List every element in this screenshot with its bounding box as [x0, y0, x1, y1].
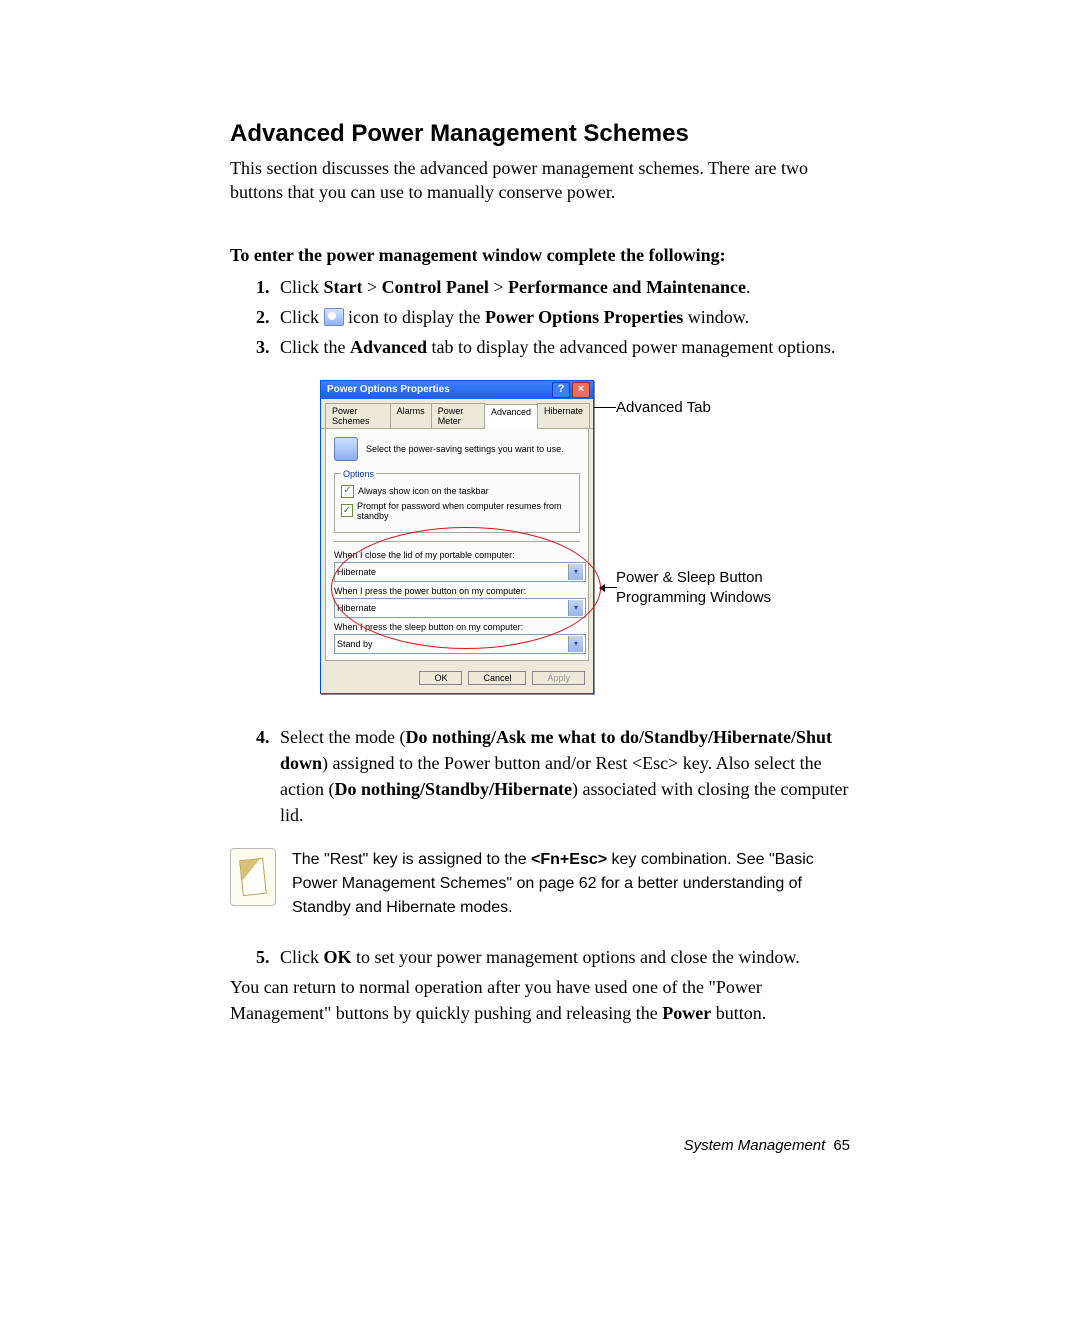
tab-hibernate[interactable]: Hibernate — [537, 403, 590, 428]
hint-text: Select the power-saving settings you wan… — [366, 444, 564, 454]
callout-programming-windows: Power & Sleep Button Programming Windows — [616, 568, 816, 609]
step-3: Click the Advanced tab to display the ad… — [274, 334, 850, 360]
cancel-button[interactable]: Cancel — [468, 671, 526, 685]
note: The "Rest" key is assigned to the <Fn+Es… — [230, 848, 850, 920]
chevron-down-icon: ▾ — [568, 564, 583, 580]
tab-alarms[interactable]: Alarms — [390, 403, 432, 428]
sleep-button-label: When I press the sleep button on my comp… — [334, 622, 580, 632]
subheading: To enter the power management window com… — [230, 245, 850, 266]
closing-paragraph: You can return to normal operation after… — [230, 974, 850, 1026]
dialog-tabs: Power Schemes Alarms Power Meter Advance… — [321, 399, 593, 429]
checkbox-show-icon-label: Always show icon on the taskbar — [358, 486, 489, 496]
chevron-down-icon: ▾ — [568, 600, 583, 616]
dialog-titlebar: Power Options Properties ? × — [321, 381, 593, 399]
apply-button: Apply — [532, 671, 585, 685]
power-button-label: When I press the power button on my comp… — [334, 586, 580, 596]
options-group: Options Always show icon on the taskbar … — [334, 469, 580, 533]
options-legend: Options — [341, 469, 376, 479]
note-icon — [230, 848, 276, 906]
close-lid-label: When I close the lid of my portable comp… — [334, 550, 580, 560]
tab-advanced[interactable]: Advanced — [484, 404, 538, 429]
footer-page-number: 65 — [833, 1137, 850, 1154]
step1-start: Start — [324, 277, 363, 297]
note-text: The "Rest" key is assigned to the <Fn+Es… — [292, 848, 850, 920]
help-button[interactable]: ? — [552, 382, 570, 398]
step-5: Click OK to set your power management op… — [274, 944, 850, 970]
power-options-icon — [324, 308, 344, 326]
close-button[interactable]: × — [572, 382, 590, 398]
power-options-dialog: Power Options Properties ? × Power Schem… — [320, 380, 594, 694]
intro-paragraph: This section discusses the advanced powe… — [230, 156, 850, 205]
steps-list: Click Start > Control Panel > Performanc… — [230, 274, 850, 360]
sleep-button-value: Stand by — [337, 639, 373, 649]
page-footer: System Management 65 — [230, 1137, 850, 1154]
dialog-buttons: OK Cancel Apply — [321, 665, 593, 693]
steps-list-cont2: Click OK to set your power management op… — [230, 944, 850, 970]
step1-perfmaint: Performance and Maintenance — [508, 277, 746, 297]
tab-power-schemes[interactable]: Power Schemes — [325, 403, 391, 428]
step-2: Click icon to display the Power Options … — [274, 304, 850, 330]
page-heading: Advanced Power Management Schemes — [230, 120, 850, 148]
ok-button[interactable]: OK — [419, 671, 462, 685]
dialog-figure: Power Options Properties ? × Power Schem… — [230, 380, 850, 694]
checkbox-show-icon[interactable] — [341, 485, 354, 498]
steps-list-cont: Select the mode (Do nothing/Ask me what … — [230, 724, 850, 828]
step1-controlpanel: Control Panel — [382, 277, 489, 297]
callout-arrow-icon — [599, 584, 605, 592]
step-1: Click Start > Control Panel > Performanc… — [274, 274, 850, 300]
checkbox-prompt-password[interactable] — [341, 504, 353, 517]
power-button-select[interactable]: Hibernate ▾ — [334, 598, 586, 618]
figure-callouts: Advanced Tab Power & Sleep Button Progra… — [616, 380, 816, 694]
battery-icon — [334, 437, 358, 461]
tab-power-meter[interactable]: Power Meter — [431, 403, 485, 428]
callout-advanced-tab: Advanced Tab — [616, 398, 711, 418]
footer-section: System Management — [684, 1137, 826, 1154]
step1-text: Click — [280, 277, 324, 297]
checkbox-prompt-password-label: Prompt for password when computer resume… — [357, 501, 573, 521]
power-buttons-group: When I close the lid of my portable comp… — [334, 541, 580, 654]
close-lid-value: Hibernate — [337, 567, 376, 577]
close-lid-select[interactable]: Hibernate ▾ — [334, 562, 586, 582]
sleep-button-select[interactable]: Stand by ▾ — [334, 634, 586, 654]
power-button-value: Hibernate — [337, 603, 376, 613]
tab-body: Select the power-saving settings you wan… — [325, 429, 589, 661]
step-4: Select the mode (Do nothing/Ask me what … — [274, 724, 850, 828]
dialog-title: Power Options Properties — [327, 384, 450, 395]
chevron-down-icon: ▾ — [568, 636, 583, 652]
callout-connector-top — [594, 407, 616, 408]
